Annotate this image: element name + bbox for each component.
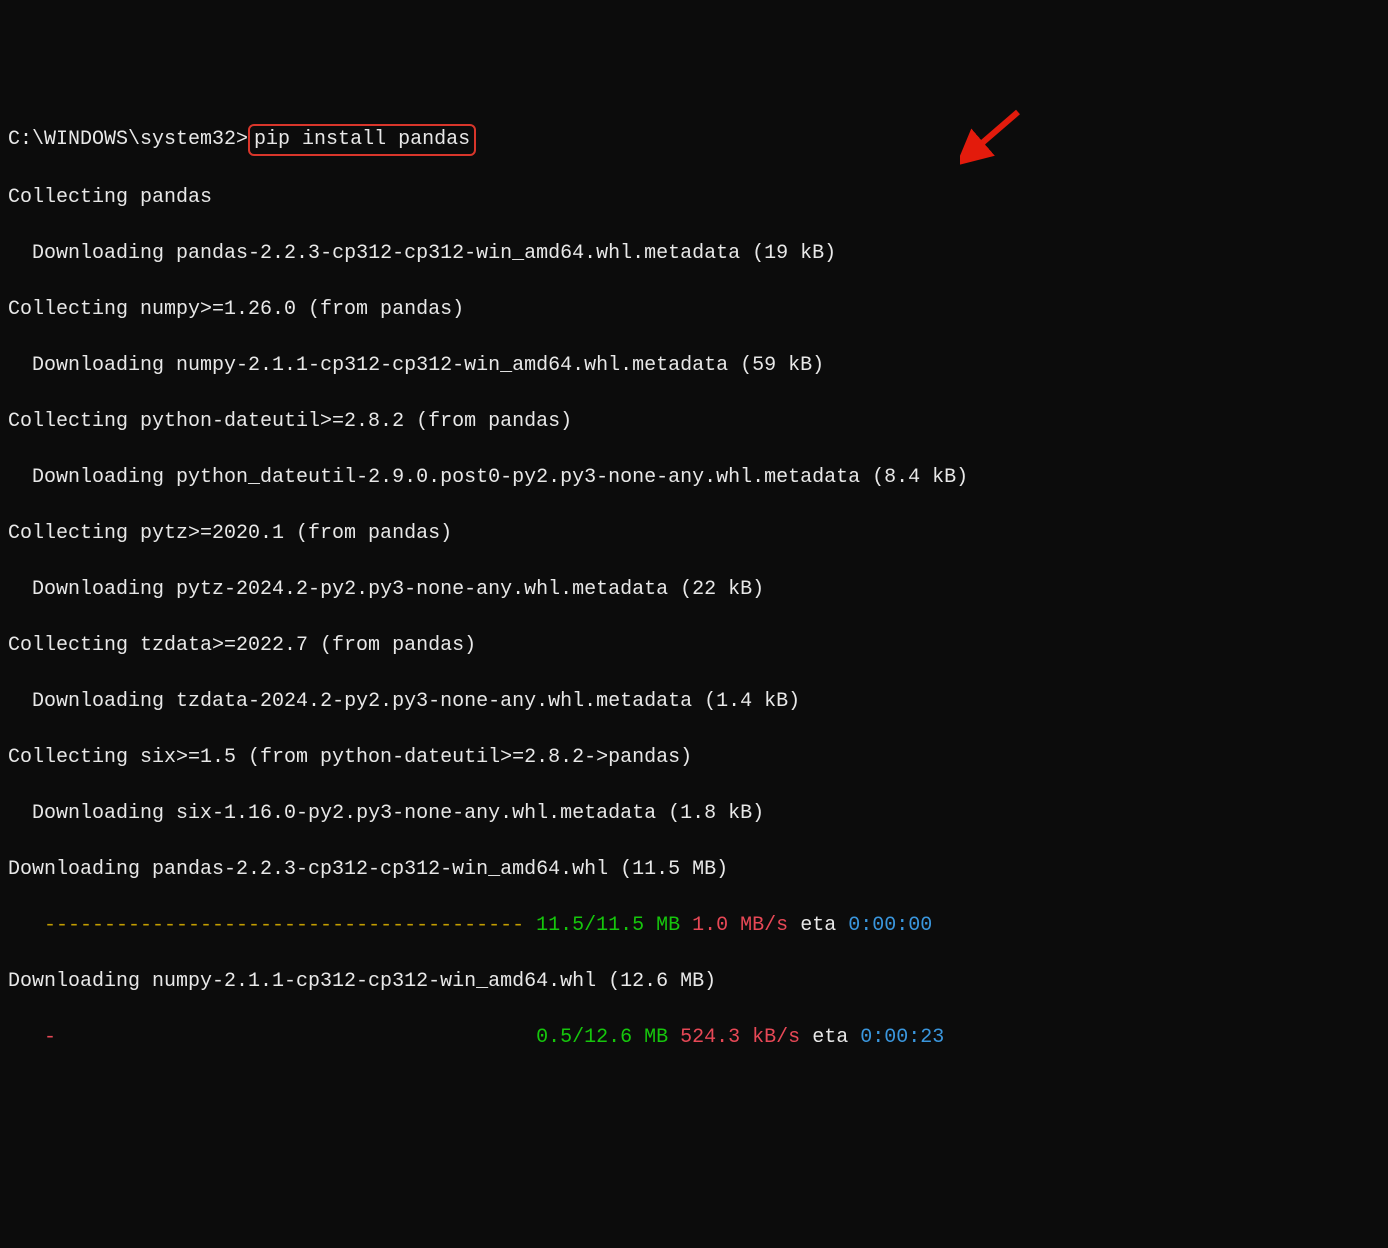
eta-value: 0:00:00 xyxy=(848,914,932,937)
command-highlight: pip install pandas xyxy=(248,124,476,156)
progress-line-numpy: - 0.5/12.6 MB 524.3 kB/s eta 0:00:23 xyxy=(8,1024,1380,1052)
command-text: pip install pandas xyxy=(254,128,470,151)
eta-label: eta xyxy=(800,914,836,937)
output-line: Collecting pandas xyxy=(8,184,1380,212)
progress-bar: ---------------------------------------- xyxy=(44,914,524,937)
output-line: Collecting pytz>=2020.1 (from pandas) xyxy=(8,520,1380,548)
progress-amount: 0.5/12.6 MB xyxy=(536,1026,668,1049)
output-line: Downloading pytz-2024.2-py2.py3-none-any… xyxy=(8,576,1380,604)
output-line: Downloading numpy-2.1.1-cp312-cp312-win_… xyxy=(8,352,1380,380)
output-line: Collecting numpy>=1.26.0 (from pandas) xyxy=(8,296,1380,324)
progress-line-pandas: ----------------------------------------… xyxy=(8,912,1380,940)
progress-amount: 11.5/11.5 MB xyxy=(536,914,680,937)
eta-value: 0:00:23 xyxy=(860,1026,944,1049)
output-line: Downloading tzdata-2024.2-py2.py3-none-a… xyxy=(8,688,1380,716)
shell-prompt: C:\WINDOWS\system32> xyxy=(8,128,248,151)
progress-speed: 524.3 kB/s xyxy=(680,1026,800,1049)
output-line: Downloading pandas-2.2.3-cp312-cp312-win… xyxy=(8,240,1380,268)
output-line: Downloading python_dateutil-2.9.0.post0-… xyxy=(8,464,1380,492)
eta-label: eta xyxy=(812,1026,848,1049)
progress-speed: 1.0 MB/s xyxy=(692,914,788,937)
prompt-line: C:\WINDOWS\system32> pip install pandas xyxy=(8,124,1380,156)
output-line: Downloading six-1.16.0-py2.py3-none-any.… xyxy=(8,800,1380,828)
output-line: Collecting tzdata>=2022.7 (from pandas) xyxy=(8,632,1380,660)
output-line: Downloading numpy-2.1.1-cp312-cp312-win_… xyxy=(8,968,1380,996)
output-line: Downloading pandas-2.2.3-cp312-cp312-win… xyxy=(8,856,1380,884)
output-line: Collecting python-dateutil>=2.8.2 (from … xyxy=(8,408,1380,436)
output-line: Collecting six>=1.5 (from python-dateuti… xyxy=(8,744,1380,772)
progress-bar: - xyxy=(44,1026,56,1049)
